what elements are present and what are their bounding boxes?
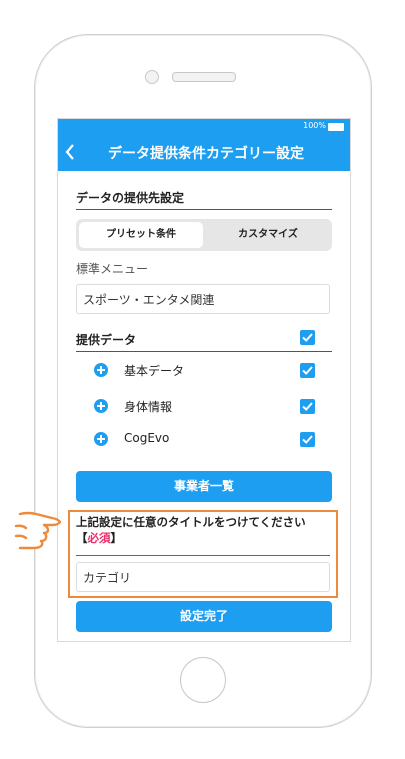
plus-icon[interactable] [94, 432, 108, 446]
required-badge: 必須 [87, 531, 111, 545]
preset-segmented-control: プリセット条件 カスタマイズ [76, 219, 332, 251]
provided-data-heading: 提供データ [76, 333, 137, 347]
app-header: 100% データ提供条件カテゴリー設定 [58, 119, 350, 171]
provided-data-all-checkbox[interactable] [300, 330, 315, 345]
divider [76, 555, 330, 556]
standard-menu-field[interactable]: スポーツ・エンタメ関連 [76, 284, 330, 314]
home-button[interactable] [180, 657, 226, 703]
plus-icon[interactable] [94, 363, 108, 377]
required-bracket-close: 】 [110, 531, 123, 545]
data-item-checkbox[interactable] [300, 432, 315, 447]
provider-list-button[interactable]: 事業者一覧 [76, 471, 332, 502]
camera-dot [145, 70, 159, 84]
divider [76, 209, 332, 210]
earpiece-slot [172, 72, 236, 82]
pointing-hand-icon [14, 508, 70, 556]
data-item-checkbox[interactable] [300, 363, 315, 378]
data-item-checkbox[interactable] [300, 399, 315, 414]
battery-percent: 100% [303, 121, 326, 130]
destination-heading: データの提供先設定 [76, 191, 185, 205]
divider [76, 351, 332, 352]
data-item-label: 身体情報 [124, 400, 173, 414]
data-item-label: 基本データ [124, 364, 185, 378]
segment-customize[interactable]: カスタマイズ [206, 222, 330, 248]
required-bracket-open: 【 [76, 531, 88, 545]
data-item-label: CogEvo [124, 431, 170, 445]
title-prompt-text: 上記設定に任意のタイトルをつけてください [76, 515, 306, 529]
plus-icon[interactable] [94, 399, 108, 413]
title-prompt: 上記設定に任意のタイトルをつけてください 【必須】 [76, 514, 334, 546]
page-title: データ提供条件カテゴリー設定 [108, 146, 304, 162]
segment-preset[interactable]: プリセット条件 [79, 222, 203, 248]
battery-icon [328, 123, 344, 131]
back-chevron-icon[interactable] [64, 143, 82, 165]
complete-settings-button[interactable]: 設定完了 [76, 601, 332, 632]
standard-menu-label: 標準メニュー [76, 262, 149, 276]
